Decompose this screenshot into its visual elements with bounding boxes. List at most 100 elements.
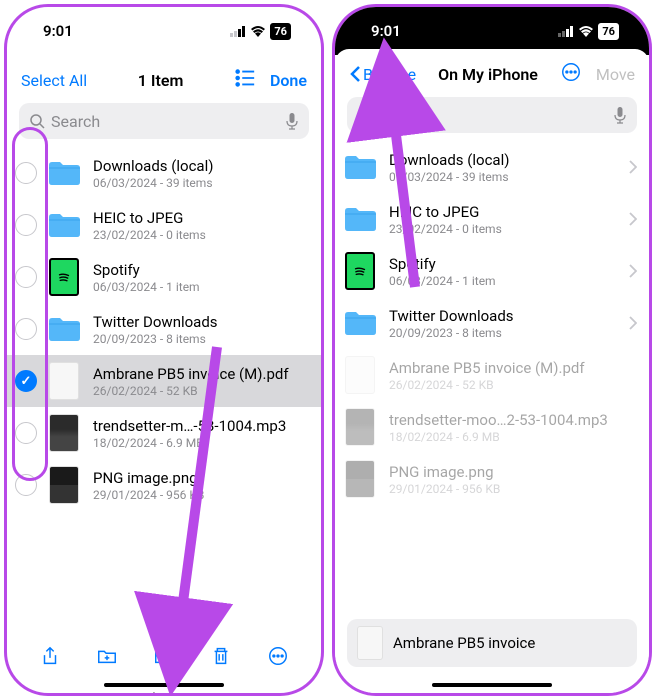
moving-item-label: Ambrane PB5 invoice (393, 634, 535, 652)
file-name: trendsetter-moo…2-53-1004.mp3 (389, 411, 637, 429)
file-row[interactable]: Downloads (local)06/03/2024 - 39 items (7, 147, 321, 199)
wifi-icon (578, 25, 594, 37)
file-name: Downloads (local) (93, 157, 309, 175)
status-time: 9:01 (371, 22, 401, 40)
file-meta: 18/02/2024 - 6.9 MB (93, 436, 309, 450)
file-name: Ambrane PB5 invoice (M).pdf (389, 359, 637, 377)
file-meta: 06/03/2024 - 1 item (93, 280, 309, 294)
search-icon (357, 107, 373, 123)
file-meta: 26/02/2024 - 52 KB (93, 384, 309, 398)
file-thumb (357, 626, 383, 660)
file-name: Twitter Downloads (389, 307, 629, 325)
chevron-left-icon (349, 65, 361, 83)
file-row[interactable]: Ambrane PB5 invoice (M).pdf26/02/2024 - … (7, 355, 321, 407)
file-meta: 26/02/2024 - 52 KB (389, 378, 637, 392)
file-name: trendsetter-m…-53-1004.mp3 (93, 417, 309, 435)
nav-title: 1 Item (138, 71, 184, 90)
select-radio[interactable] (15, 266, 37, 288)
file-meta: 06/03/2024 - 39 items (389, 170, 629, 184)
nav-bar: Select All 1 Item Done (7, 55, 321, 99)
file-name: Spotify (389, 255, 629, 273)
select-radio[interactable] (15, 162, 37, 184)
file-row[interactable]: HEIC to JPEG23/02/2024 - 0 items (335, 193, 649, 245)
move-confirm-button[interactable]: Move (596, 65, 635, 84)
mic-icon[interactable] (613, 106, 627, 124)
phone-left: 9:01 76 Select All 1 Item Done Search Do… (4, 4, 324, 696)
file-meta: 23/02/2024 - 0 items (389, 222, 629, 236)
select-radio[interactable] (15, 214, 37, 236)
file-name: Ambrane PB5 invoice (M).pdf (93, 365, 309, 383)
file-meta: 23/02/2024 - 0 items (93, 228, 309, 242)
file-row[interactable]: PNG image.png29/01/2024 - 956 KB (7, 459, 321, 511)
file-row[interactable]: Twitter Downloads20/09/2023 - 8 items (335, 297, 649, 349)
file-list: Downloads (local)06/03/2024 - 39 itemsHE… (335, 141, 649, 505)
chevron-right-icon (629, 212, 637, 226)
file-name: HEIC to JPEG (389, 203, 629, 221)
mic-icon[interactable] (285, 112, 299, 130)
more-button[interactable] (560, 61, 582, 87)
bottom-toolbar (7, 635, 321, 681)
new-folder-button[interactable] (96, 645, 118, 671)
file-meta: 18/02/2024 - 6.9 MB (389, 430, 637, 444)
select-all-button[interactable]: Select All (21, 71, 87, 90)
search-icon (29, 113, 45, 129)
search-field[interactable]: Search (19, 103, 309, 139)
delete-button[interactable] (210, 645, 232, 671)
file-meta: 06/03/2024 - 39 items (93, 176, 309, 190)
file-row: Ambrane PB5 invoice (M).pdf26/02/2024 - … (335, 349, 649, 401)
chevron-right-icon (629, 160, 637, 174)
select-radio[interactable] (15, 370, 37, 392)
item-count: 7 items (7, 691, 321, 696)
home-indicator[interactable] (432, 683, 552, 687)
battery-icon: 76 (598, 23, 619, 40)
select-radio[interactable] (15, 474, 37, 496)
status-bar: 9:01 76 (335, 7, 649, 55)
view-mode-button[interactable] (234, 67, 256, 93)
file-row[interactable]: trendsetter-m…-53-1004.mp318/02/2024 - 6… (7, 407, 321, 459)
chevron-right-icon (629, 264, 637, 278)
more-button[interactable] (267, 645, 289, 671)
phone-right: 9:01 76 Browse On My iPhone Move Search (332, 4, 652, 696)
cellular-icon (558, 26, 574, 37)
moving-item-bar: Ambrane PB5 invoice (347, 619, 637, 667)
back-button[interactable]: Browse (349, 65, 416, 84)
file-meta: 29/01/2024 - 956 KB (389, 482, 637, 496)
file-row[interactable]: Downloads (local)06/03/2024 - 39 items (335, 141, 649, 193)
status-bar: 9:01 76 (7, 7, 321, 55)
select-radio[interactable] (15, 318, 37, 340)
file-meta: 20/09/2023 - 8 items (93, 332, 309, 346)
move-button[interactable] (153, 645, 175, 671)
home-indicator[interactable] (104, 683, 224, 687)
search-placeholder: Search (379, 106, 428, 125)
select-radio[interactable] (15, 422, 37, 444)
chevron-right-icon (629, 316, 637, 330)
file-name: PNG image.png (93, 469, 309, 487)
share-button[interactable] (39, 645, 61, 671)
file-name: HEIC to JPEG (93, 209, 309, 227)
file-row[interactable]: Spotify06/03/2024 - 1 item (7, 251, 321, 303)
file-row[interactable]: HEIC to JPEG23/02/2024 - 0 items (7, 199, 321, 251)
battery-icon: 76 (270, 23, 291, 40)
file-row: trendsetter-moo…2-53-1004.mp318/02/2024 … (335, 401, 649, 453)
file-name: Twitter Downloads (93, 313, 309, 331)
nav-title: On My iPhone (438, 65, 538, 84)
status-icons: 76 (230, 23, 291, 40)
file-row: PNG image.png29/01/2024 - 956 KB (335, 453, 649, 505)
file-name: Spotify (93, 261, 309, 279)
file-name: Downloads (local) (389, 151, 629, 169)
done-button[interactable]: Done (270, 71, 307, 90)
file-meta: 20/09/2023 - 8 items (389, 326, 629, 340)
wifi-icon (250, 25, 266, 37)
status-time: 9:01 (43, 22, 73, 40)
cellular-icon (230, 26, 246, 37)
search-field[interactable]: Search (347, 97, 637, 133)
search-placeholder: Search (51, 112, 100, 131)
file-list: Downloads (local)06/03/2024 - 39 itemsHE… (7, 147, 321, 511)
nav-bar: Browse On My iPhone Move (335, 49, 649, 93)
file-name: PNG image.png (389, 463, 637, 481)
file-meta: 06/03/2024 - 1 item (389, 274, 629, 288)
status-icons: 76 (558, 23, 619, 40)
file-row[interactable]: Spotify06/03/2024 - 1 item (335, 245, 649, 297)
file-meta: 29/01/2024 - 956 KB (93, 488, 309, 502)
file-row[interactable]: Twitter Downloads20/09/2023 - 8 items (7, 303, 321, 355)
